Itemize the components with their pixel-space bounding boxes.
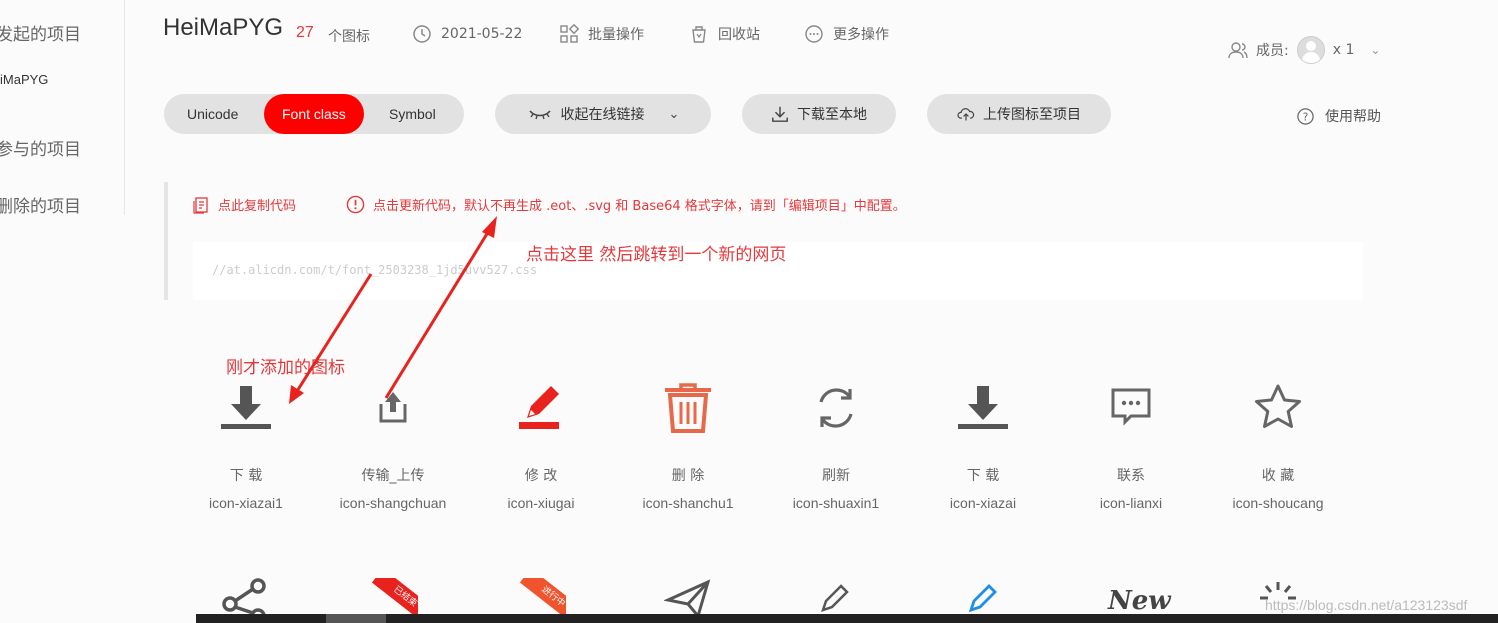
in-progress-badge-icon[interactable]: 进行中 [520,578,566,616]
ended-badge-label: 已结束 [372,578,418,616]
sidebar-item-created[interactable]: 发起的项目 [0,20,81,45]
upload-icon [379,392,407,423]
send-icon[interactable] [664,578,712,616]
date-info: 2021-05-22 [412,24,522,44]
collapse-link-button[interactable]: 收起在线链接 ⌄ [495,94,711,134]
icon-code: icon-shanchu1 [642,495,734,511]
download-icon [221,386,271,429]
icon-name: 下 载 [229,468,263,484]
tab-font-class[interactable]: Font class [264,94,364,134]
copy-code-link[interactable]: 点此复制代码 [192,195,296,214]
members-count: x 1 [1332,42,1355,58]
recycle-bin-icon [692,26,706,43]
icon-card-xiugai[interactable]: 修 改 icon-xiugai [466,378,616,511]
edit-icon [519,386,559,429]
help-label: 使用帮助 [1325,109,1381,125]
copy-icon [193,196,208,214]
icon-card-xiazai1[interactable]: 下 载 icon-xiazai1 [171,378,321,511]
code-type-switch: Unicode Font class Symbol [164,94,464,134]
icon-name: 下 载 [966,468,1000,484]
icon-count: 27 [296,24,314,41]
icon-code: icon-xiugai [507,495,575,511]
collapse-link-label: 收起在线链接 [560,107,645,123]
sidebar-item-project[interactable]: iMaPYG [0,72,48,87]
icon-name: 传输_上传 [361,468,425,484]
clock-icon [413,25,431,43]
font-css-url[interactable]: //at.alicdn.com/t/font_2503238_1jd5uvv52… [212,263,537,277]
scrollbar-thumb[interactable] [326,614,386,623]
grid-icon [560,24,579,43]
annotation-click-here: 点击这里 然后跳转到一个新的网页 [526,245,787,265]
new-icon[interactable]: New [1108,586,1171,616]
avatar[interactable] [1296,36,1325,64]
icon-name: 收 藏 [1261,468,1295,484]
update-code-link[interactable]: 点击更新代码，默认不再生成 .eot、.svg 和 Base64 格式字体，请到… [346,195,906,214]
icon-card-shangchuan[interactable]: 传输_上传 icon-shangchuan [318,378,468,511]
pencil-icon[interactable] [817,580,853,616]
horizontal-scrollbar[interactable] [196,614,1498,623]
download-button[interactable]: 下载至本地 [742,94,896,134]
upload-label: 上传图标至项目 [983,107,1081,123]
recycle-label: 回收站 [718,27,760,43]
more-actions-button[interactable]: 更多操作 [804,24,889,44]
icon-name: 联系 [1117,468,1145,484]
icon-card-shuaxin1[interactable]: 刷新 icon-shuaxin1 [761,378,911,511]
download-icon [958,386,1008,429]
project-title: HeiMaPYG [163,14,284,41]
question-icon: ? [1297,107,1314,125]
icon-code: icon-shoucang [1232,495,1324,511]
icon-card-lianxi[interactable]: 联系 icon-lianxi [1056,378,1206,511]
sidebar-item-joined[interactable]: 参与的项目 [0,135,81,160]
batch-label: 批量操作 [588,27,644,43]
members-label: 成员: [1256,43,1289,59]
icon-card-xiazai[interactable]: 下 载 icon-xiazai [908,378,1058,511]
chevron-down-icon: ⌄ [668,106,680,122]
icon-count-unit: 个图标 [328,29,370,45]
cloud-upload-icon [957,108,975,121]
members-icon [1228,42,1248,59]
in-progress-badge-label: 进行中 [520,578,566,616]
icon-card-shanchu1[interactable]: 删 除 icon-shanchu1 [613,378,763,511]
pencil-blue-icon[interactable] [965,580,1001,616]
icon-name: 修 改 [524,468,558,484]
download-icon [772,106,788,122]
icon-code: icon-shuaxin1 [792,495,880,511]
tab-symbol[interactable]: Symbol [389,94,436,134]
icon-name: 删 除 [671,468,705,484]
star-icon [1255,384,1301,428]
eye-closed-icon [528,110,551,120]
icon-code: icon-xiazai [949,495,1017,511]
icon-card-shoucang[interactable]: 收 藏 icon-shoucang [1203,378,1353,511]
more-dots-icon [805,25,823,43]
project-sidebar: 发起的项目 iMaPYG 参与的项目 删除的项目 [0,0,125,217]
icon-code: icon-shangchuan [339,495,447,511]
members-info[interactable]: 成员: x 1 ⌄ [1228,36,1380,64]
tab-unicode[interactable]: Unicode [187,94,238,134]
svg-text:?: ? [1303,111,1309,123]
recycle-button[interactable]: 回收站 [689,24,760,44]
sidebar-item-deleted[interactable]: 删除的项目 [0,192,81,217]
trash-icon [665,383,711,433]
help-link[interactable]: ? 使用帮助 [1296,106,1381,126]
copy-code-label: 点此复制代码 [218,199,297,214]
chevron-down-icon[interactable]: ⌄ [1370,43,1380,57]
refresh-icon [819,388,853,428]
update-code-notice: 点击更新代码，默认不再生成 .eot、.svg 和 Base64 格式字体，请到… [373,199,906,214]
more-actions-label: 更多操作 [833,27,889,43]
share-icon[interactable] [218,576,270,616]
annotation-just-added: 刚才添加的图标 [226,358,345,378]
chat-icon [1111,388,1151,426]
icon-code: icon-lianxi [1099,495,1163,511]
upload-button[interactable]: 上传图标至项目 [927,94,1111,134]
download-label: 下载至本地 [797,107,867,123]
warning-icon [346,195,365,214]
code-area-border [164,182,168,300]
date-label: 2021-05-22 [441,26,523,42]
icon-code: icon-xiazai1 [209,495,283,511]
icon-name: 刷新 [822,468,850,484]
ended-badge-icon[interactable]: 已结束 [372,578,418,616]
batch-button[interactable]: 批量操作 [559,24,644,44]
watermark: https://blog.csdn.net/a123123sdf [1265,597,1468,613]
